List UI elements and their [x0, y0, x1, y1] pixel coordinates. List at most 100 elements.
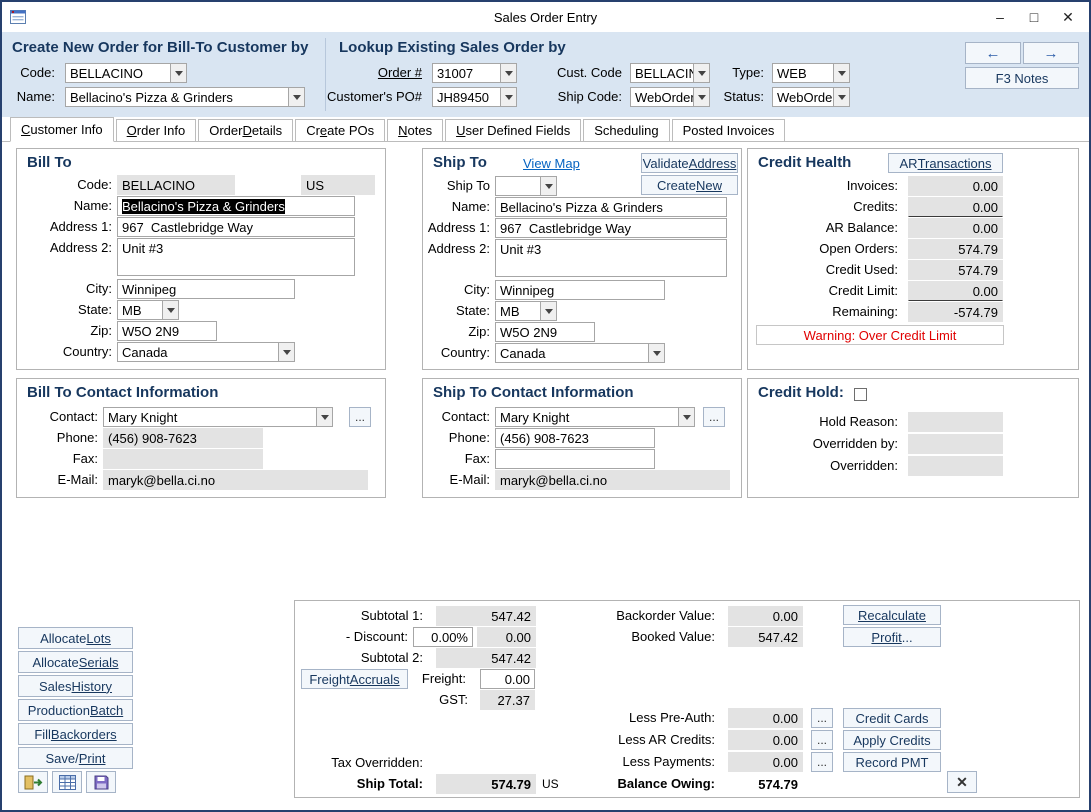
tab-scheduling[interactable]: Scheduling: [583, 119, 669, 141]
cust-code-combo[interactable]: BELLACINO: [630, 63, 710, 83]
ar-credits-more-button[interactable]: ...: [811, 730, 833, 750]
dropdown-arrow-button[interactable]: [693, 88, 709, 106]
bill-country-code-field: US: [301, 175, 375, 195]
dropdown-arrow-button[interactable]: [678, 408, 694, 426]
validate-address-button[interactable]: Validate Address: [641, 153, 738, 173]
tab-create-pos[interactable]: Create POs: [295, 119, 385, 141]
ship-address2-field[interactable]: Unit #3: [495, 239, 727, 277]
preauth-more-button[interactable]: ...: [811, 708, 833, 728]
minimize-button[interactable]: –: [983, 2, 1017, 32]
bill-zip-field[interactable]: W5O 2N9: [117, 321, 217, 341]
dropdown-arrow-button[interactable]: [500, 88, 516, 106]
recalculate-button[interactable]: Recalculate: [843, 605, 941, 625]
customer-po-combo[interactable]: JH89450: [432, 87, 517, 107]
dropdown-arrow-button[interactable]: [316, 408, 332, 426]
ship-name-field[interactable]: Bellacino's Pizza & Grinders: [495, 197, 727, 217]
dropdown-arrow-button[interactable]: [278, 343, 294, 361]
subtotal1-label: Subtotal 1:: [303, 606, 428, 626]
save-print-button[interactable]: Save/Print: [18, 747, 133, 769]
dropdown-arrow-button[interactable]: [648, 344, 664, 362]
bill-country-combo[interactable]: Canada: [117, 342, 295, 362]
dropdown-arrow-button[interactable]: [162, 301, 178, 319]
ship-fax-field[interactable]: [495, 449, 655, 469]
tab-posted-invoices[interactable]: Posted Invoices: [672, 119, 786, 141]
cancel-close-button[interactable]: ✕: [947, 771, 977, 793]
create-name-label: Name:: [7, 87, 60, 107]
dropdown-arrow-button[interactable]: [288, 88, 304, 106]
ship-country-combo[interactable]: Canada: [495, 343, 665, 363]
bill-address1-field[interactable]: 967 Castlebridge Way: [117, 217, 355, 237]
bill-name-field[interactable]: Bellacino's Pizza & Grinders: [117, 196, 355, 216]
close-form-button[interactable]: [18, 771, 48, 793]
customer-po-value: JH89450: [433, 88, 500, 106]
chevron-down-icon: [698, 95, 706, 104]
bill-address2-field[interactable]: Unit #3: [117, 238, 355, 276]
bill-country-label: Country:: [17, 342, 117, 362]
create-code-combo[interactable]: BELLACINO: [65, 63, 187, 83]
discount-label: - Discount:: [303, 627, 413, 647]
apply-credits-button[interactable]: Apply Credits: [843, 730, 941, 750]
bill-fax-field: [103, 449, 263, 469]
less-payments-value: 0.00: [728, 752, 803, 772]
production-batch-button[interactable]: Production Batch: [18, 699, 133, 721]
allocate-serials-button[interactable]: Allocate Serials: [18, 651, 133, 673]
less-payments-row: Less Payments: 0.00 ... Record PMT: [580, 752, 941, 772]
ship-contact-combo[interactable]: Mary Knight: [495, 407, 695, 427]
bill-state-combo[interactable]: MB: [117, 300, 179, 320]
record-pmt-button[interactable]: Record PMT: [843, 752, 941, 772]
tab-order-details[interactable]: Order Details: [198, 119, 293, 141]
save-record-button[interactable]: [86, 771, 116, 793]
shipto-combo[interactable]: [495, 176, 557, 196]
ship-state-combo[interactable]: MB: [495, 301, 557, 321]
lookup-order-title: Lookup Existing Sales Order by: [339, 39, 566, 56]
dropdown-arrow-button[interactable]: [693, 64, 709, 82]
ship-address1-field[interactable]: 967 Castlebridge Way: [495, 218, 727, 238]
type-combo[interactable]: WEB: [772, 63, 850, 83]
ship-city-field[interactable]: Winnipeg: [495, 280, 665, 300]
previous-record-button[interactable]: ←: [965, 42, 1021, 64]
ar-transactions-button[interactable]: AR Transactions: [888, 153, 1003, 173]
f3-notes-button[interactable]: F3 Notes: [965, 67, 1079, 89]
booked-label: Booked Value:: [580, 627, 720, 647]
dropdown-arrow-button[interactable]: [833, 64, 849, 82]
ship-contact-more-button[interactable]: ...: [703, 407, 725, 427]
header-band: Create New Order for Bill-To Customer by…: [2, 32, 1089, 117]
bill-contact-combo[interactable]: Mary Knight: [103, 407, 333, 427]
dropdown-arrow-button[interactable]: [540, 177, 556, 195]
sales-history-button[interactable]: Sales History: [18, 675, 133, 697]
payments-more-button[interactable]: ...: [811, 752, 833, 772]
fill-backorders-button[interactable]: Fill Backorders: [18, 723, 133, 745]
maximize-button[interactable]: □: [1017, 2, 1051, 32]
dropdown-arrow-button[interactable]: [833, 88, 849, 106]
tab-user-defined-fields[interactable]: User Defined Fields: [445, 119, 581, 141]
discount-pct-field[interactable]: 0.00%: [413, 627, 473, 647]
order-number-combo[interactable]: 31007: [432, 63, 517, 83]
create-name-combo[interactable]: Bellacino's Pizza & Grinders: [65, 87, 305, 107]
tab-order-info[interactable]: Order Info: [116, 119, 197, 141]
hold-reason-label: Hold Reason:: [748, 412, 903, 432]
dropdown-arrow-button[interactable]: [540, 302, 556, 320]
datasheet-view-button[interactable]: [52, 771, 82, 793]
freight-field[interactable]: 0.00: [480, 669, 535, 689]
ship-phone-field[interactable]: (456) 908-7623: [495, 428, 655, 448]
ship-code-combo[interactable]: WebOrder: [630, 87, 710, 107]
close-window-button[interactable]: ✕: [1051, 2, 1085, 32]
allocate-lots-button[interactable]: Allocate Lots: [18, 627, 133, 649]
profit-button[interactable]: Profit...: [843, 627, 941, 647]
tab-notes[interactable]: Notes: [387, 119, 443, 141]
credit-cards-button[interactable]: Credit Cards: [843, 708, 941, 728]
ship-zip-row: Zip: W5O 2N9: [423, 322, 741, 342]
view-map-link[interactable]: View Map: [523, 156, 580, 171]
tab-customer-info[interactable]: Customer Info: [10, 117, 114, 142]
bill-contact-more-button[interactable]: ...: [349, 407, 371, 427]
status-combo[interactable]: WebOrder: [772, 87, 850, 107]
overridden-label: Overridden:: [748, 456, 903, 476]
bill-city-field[interactable]: Winnipeg: [117, 279, 295, 299]
bill-contact-label: Contact:: [17, 407, 103, 427]
dropdown-arrow-button[interactable]: [170, 64, 186, 82]
next-record-button[interactable]: →: [1023, 42, 1079, 64]
freight-accruals-button[interactable]: Freight Accruals: [301, 669, 408, 689]
ship-zip-field[interactable]: W5O 2N9: [495, 322, 595, 342]
credit-hold-checkbox[interactable]: [854, 388, 867, 401]
dropdown-arrow-button[interactable]: [500, 64, 516, 82]
